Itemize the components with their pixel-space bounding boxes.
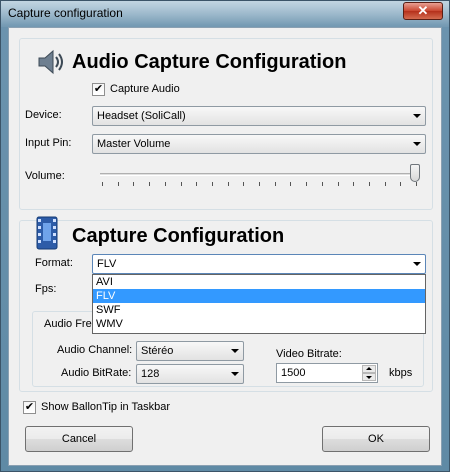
chevron-down-icon: [231, 372, 239, 376]
format-select[interactable]: FLV: [92, 254, 426, 274]
close-button[interactable]: ✕: [403, 2, 443, 20]
format-label: Format:: [35, 257, 73, 269]
volume-tick: [259, 182, 260, 186]
format-option-flv[interactable]: FLV: [93, 289, 425, 303]
ok-button[interactable]: OK: [322, 426, 430, 452]
video-bitrate-spinner[interactable]: 1500: [276, 363, 378, 383]
format-option-wmv[interactable]: WMV: [93, 317, 425, 331]
input-pin-select[interactable]: Master Volume: [92, 134, 426, 154]
volume-tick: [275, 182, 276, 186]
spin-up-icon[interactable]: [362, 365, 376, 373]
volume-tick: [165, 182, 166, 186]
film-icon: [36, 216, 58, 250]
volume-label: Volume:: [25, 170, 65, 182]
device-label: Device:: [25, 109, 62, 121]
volume-tick: [102, 182, 103, 186]
audio-capture-group: Audio Capture Configuration ✔ Capture Au…: [19, 38, 433, 210]
volume-slider[interactable]: [100, 161, 420, 191]
format-option-avi[interactable]: AVI: [93, 275, 425, 289]
volume-slider-track: [100, 173, 420, 176]
audio-bitrate-label: Audio BitRate:: [61, 367, 132, 379]
capture-config-group: Capture Configuration Format: FLV AVI FL…: [19, 216, 433, 392]
audio-capture-heading: Audio Capture Configuration: [72, 51, 347, 73]
audio-channel-label: Audio Channel:: [57, 344, 133, 356]
video-bitrate-unit: kbps: [389, 367, 413, 379]
title-bar[interactable]: Capture configuration ✕: [1, 1, 449, 27]
audio-channel-value: Stéréo: [141, 345, 174, 357]
volume-tick: [196, 182, 197, 186]
volume-tick: [338, 182, 339, 186]
volume-tick: [290, 182, 291, 186]
capture-audio-checkbox[interactable]: ✔: [92, 83, 105, 96]
format-option-swf[interactable]: SWF: [93, 303, 425, 317]
volume-slider-thumb[interactable]: [410, 164, 420, 182]
audio-channel-select[interactable]: Stéréo: [136, 341, 244, 361]
format-dropdown-list: AVI FLV SWF WMV: [92, 274, 426, 334]
window-title: Capture configuration: [8, 6, 123, 20]
device-select[interactable]: Headset (SoliCall): [92, 106, 426, 126]
volume-tick: [353, 182, 354, 186]
cancel-button[interactable]: Cancel: [25, 426, 133, 452]
capture-audio-label: Capture Audio: [110, 83, 180, 95]
volume-tick: [400, 182, 401, 186]
audio-bitrate-select[interactable]: 128: [136, 364, 244, 384]
fps-label: Fps:: [35, 283, 57, 295]
close-icon: ✕: [417, 3, 429, 18]
audio-frequency-label: Audio Fre: [44, 318, 92, 330]
spin-down-icon[interactable]: [362, 373, 376, 381]
chevron-down-icon: [413, 114, 421, 118]
input-pin-value: Master Volume: [97, 138, 171, 150]
video-bitrate-label: Video Bitrate:: [276, 348, 342, 360]
volume-tick: [181, 182, 182, 186]
format-value: FLV: [97, 258, 117, 270]
input-pin-label: Input Pin:: [25, 137, 72, 149]
video-bitrate-value: 1500: [281, 367, 306, 379]
volume-tick: [212, 182, 213, 186]
capture-config-heading: Capture Configuration: [72, 225, 285, 247]
chevron-down-icon: [413, 262, 421, 266]
volume-tick: [306, 182, 307, 186]
show-balloontip-checkbox[interactable]: ✔: [23, 401, 36, 414]
volume-tick: [322, 182, 323, 186]
volume-tick: [369, 182, 370, 186]
volume-tick: [133, 182, 134, 186]
capture-configuration-window: Capture configuration ✕ Audio Capture Co…: [0, 0, 450, 472]
volume-tick: [243, 182, 244, 186]
volume-tick: [118, 182, 119, 186]
chevron-down-icon: [231, 349, 239, 353]
speaker-icon: [38, 49, 63, 75]
device-value: Headset (SoliCall): [97, 110, 186, 122]
volume-tick: [385, 182, 386, 186]
volume-tick: [149, 182, 150, 186]
chevron-down-icon: [413, 142, 421, 146]
show-balloontip-label: Show BallonTip in Taskbar: [41, 401, 171, 413]
volume-tick: [416, 182, 417, 186]
volume-tick: [228, 182, 229, 186]
dialog-client-area: Audio Capture Configuration ✔ Capture Au…: [8, 27, 442, 466]
audio-bitrate-value: 128: [141, 368, 160, 380]
